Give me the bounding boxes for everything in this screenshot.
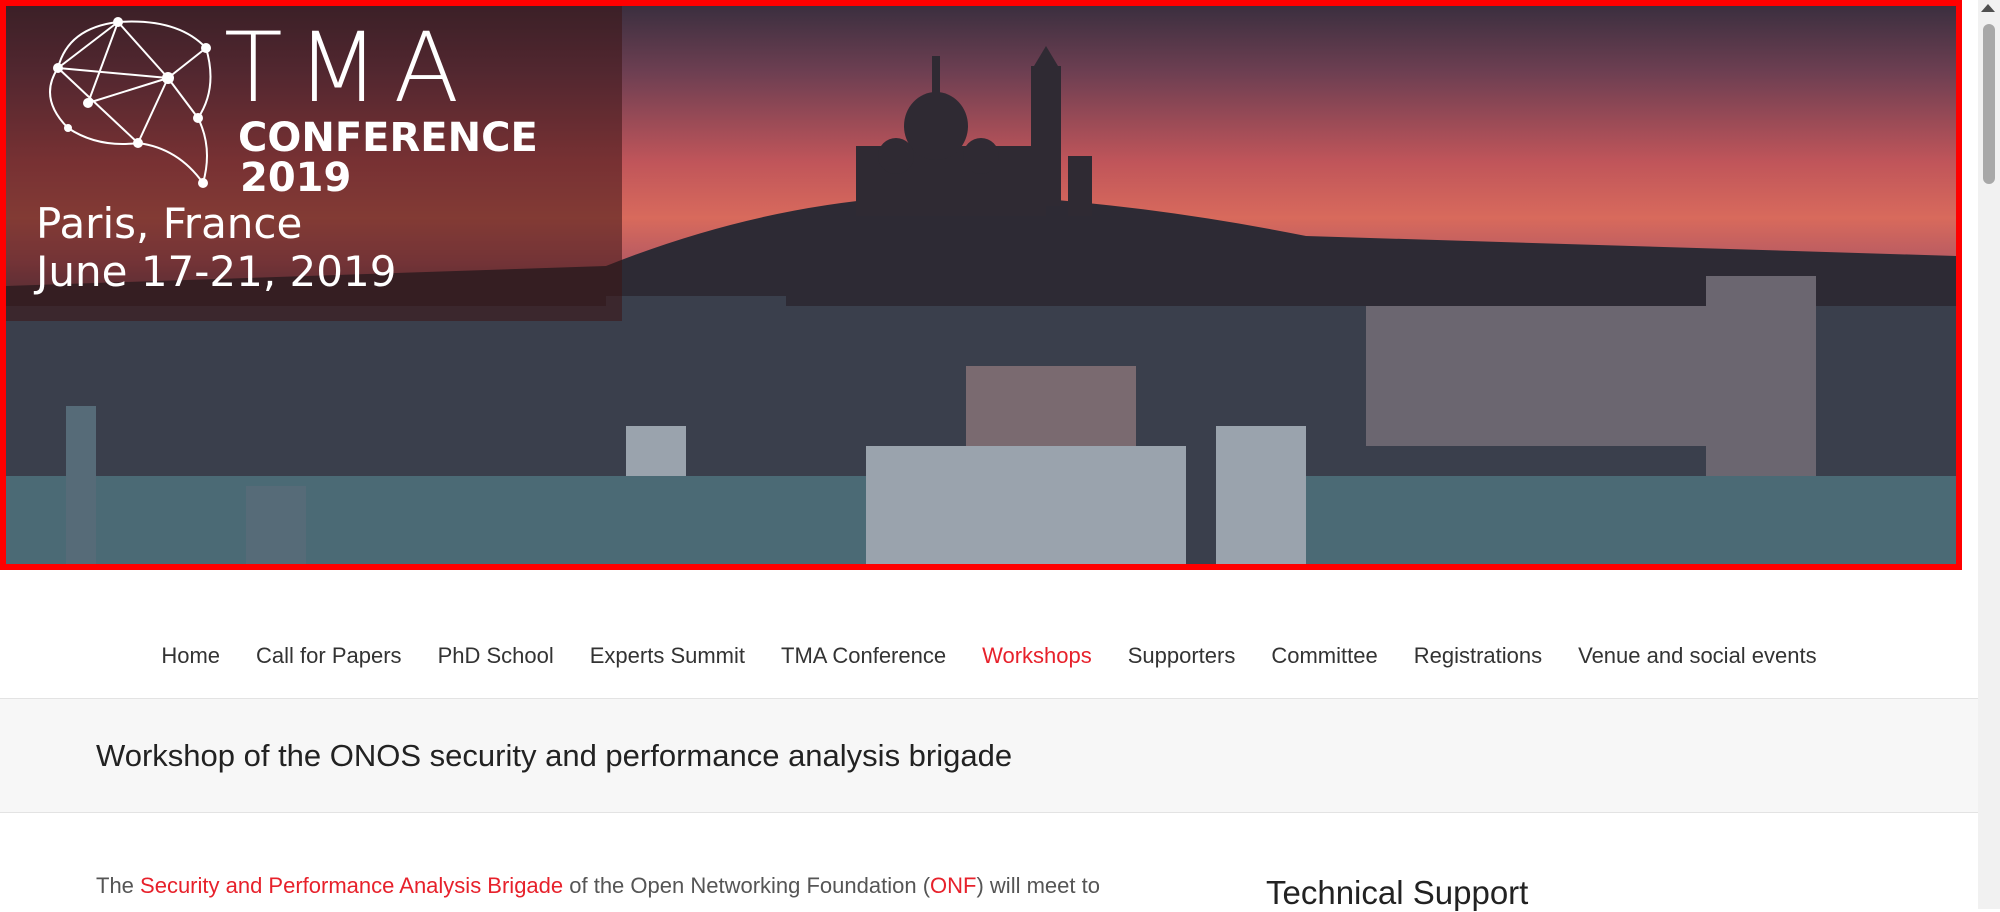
sidebar-heading: Technical Support	[1266, 874, 1529, 911]
page-title: Workshop of the ONOS security and perfor…	[96, 738, 1013, 773]
nav-item-tma-conference[interactable]: TMA Conference	[763, 643, 964, 669]
nav-item-committee[interactable]: Committee	[1253, 643, 1395, 669]
onf-link[interactable]: ONF	[930, 873, 976, 898]
scroll-up-arrow-icon[interactable]	[1981, 4, 1995, 12]
event-dates: June 17-21, 2019	[36, 247, 397, 296]
nav-item-workshops[interactable]: Workshops	[964, 643, 1110, 669]
nav-item-experts-summit[interactable]: Experts Summit	[572, 643, 763, 669]
nav-item-venue[interactable]: Venue and social events	[1560, 643, 1835, 669]
nav-item-supporters[interactable]: Supporters	[1110, 643, 1254, 669]
logo-year: 2019	[240, 155, 352, 201]
logo-word: TMA	[224, 12, 474, 124]
nav-item-registrations[interactable]: Registrations	[1396, 643, 1560, 669]
intro-prefix: The	[96, 873, 141, 898]
nav-item-home[interactable]: Home	[143, 643, 238, 669]
nav-item-phd-school[interactable]: PhD School	[420, 643, 572, 669]
intro-suffix: ) will meet to	[976, 873, 1100, 898]
logo-subtitle: CONFERENCE	[238, 115, 538, 161]
event-location: Paris, France	[36, 199, 303, 248]
security-brigade-link[interactable]: Security and Performance Analysis Brigad…	[140, 873, 563, 898]
main-navigation: Home Call for Papers PhD School Experts …	[0, 616, 1978, 696]
nav-item-call-for-papers[interactable]: Call for Papers	[238, 643, 420, 669]
intro-middle: of the Open Networking Foundation (	[563, 873, 931, 898]
brain-network-logo-icon	[49, 17, 212, 188]
intro-paragraph: The Security and Performance Analysis Br…	[96, 873, 1100, 899]
scrollbar-thumb[interactable]	[1983, 24, 1995, 184]
header-banner[interactable]: TMA CONFERENCE 2019 Paris, France June 1…	[0, 0, 1962, 570]
